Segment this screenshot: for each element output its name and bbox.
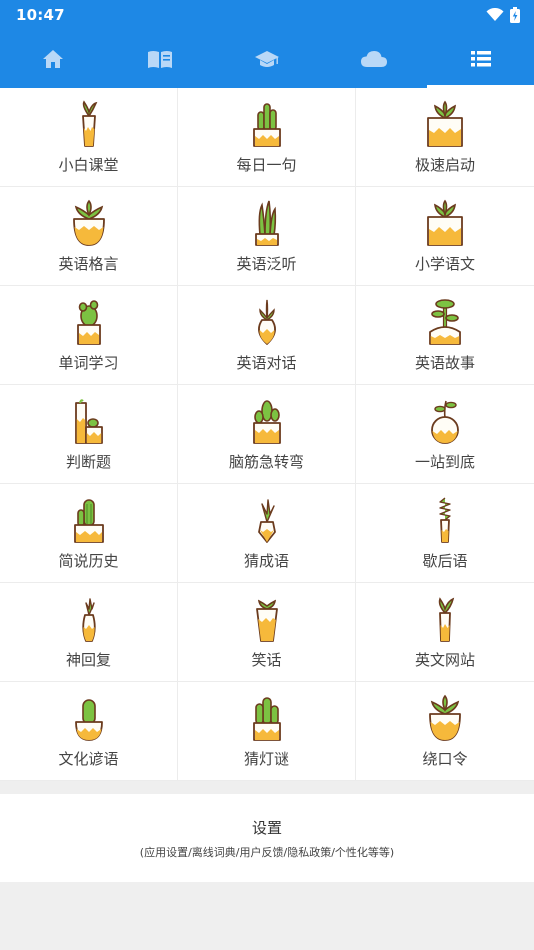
book-icon bbox=[148, 51, 173, 68]
potted-plant-icon bbox=[72, 199, 105, 246]
grid-item-label: 笑话 bbox=[251, 651, 282, 669]
grid-item-brief-history[interactable]: 简说历史 bbox=[0, 484, 178, 583]
grid-item-cultural-proverbs[interactable]: 文化谚语 bbox=[0, 682, 178, 781]
grid-item-label: 一站到底 bbox=[414, 453, 475, 471]
settings-title: 设置 bbox=[251, 818, 282, 837]
tab-book[interactable] bbox=[107, 30, 214, 88]
status-icons bbox=[486, 7, 520, 23]
potted-plant-icon bbox=[255, 599, 278, 642]
graduation-cap-icon bbox=[254, 51, 279, 67]
potted-plant-icon bbox=[257, 299, 276, 345]
potted-plant-icon bbox=[76, 300, 101, 345]
potted-plant-icon bbox=[257, 499, 276, 543]
grid-item-label: 神回复 bbox=[65, 651, 111, 669]
grid-item-daily-sentence[interactable]: 每日一句 bbox=[178, 88, 356, 187]
settings-entry[interactable]: 设置 (应用设置/离线词典/用户反馈/隐私政策/个性化等等) bbox=[0, 794, 534, 882]
grid-item-jokes[interactable]: 笑话 bbox=[178, 583, 356, 682]
grid-item-primary-chinese[interactable]: 小学语文 bbox=[356, 187, 534, 286]
grid-item-label: 脑筋急转弯 bbox=[228, 453, 304, 471]
grid-item-label: 英语泛听 bbox=[236, 255, 297, 273]
potted-plant-icon bbox=[252, 697, 281, 741]
grid-item-divine-replies[interactable]: 神回复 bbox=[0, 583, 178, 682]
grid-item-quick-start[interactable]: 极速启动 bbox=[356, 88, 534, 187]
grid-item-label: 小白课堂 bbox=[58, 156, 119, 174]
grid-item-english-quotes[interactable]: 英语格言 bbox=[0, 187, 178, 286]
potted-plant-icon bbox=[254, 200, 279, 246]
grid-item-brain-teasers[interactable]: 脑筋急转弯 bbox=[178, 385, 356, 484]
grid-item-label: 英语故事 bbox=[414, 354, 475, 372]
grid-item-label: 每日一句 bbox=[236, 156, 297, 174]
list-icon bbox=[470, 51, 491, 67]
grid-item-last-man-standing[interactable]: 一站到底 bbox=[356, 385, 534, 484]
potted-plant-icon bbox=[427, 199, 463, 246]
potted-plant-icon bbox=[74, 699, 103, 741]
potted-plant-icon bbox=[74, 399, 103, 444]
tab-list[interactable] bbox=[427, 30, 534, 88]
home-icon bbox=[43, 50, 64, 68]
status-time: 10:47 bbox=[16, 6, 65, 24]
grid-item-true-false[interactable]: 判断题 bbox=[0, 385, 178, 484]
grid-item-label: 猜灯谜 bbox=[243, 750, 289, 768]
grid-item-english-dialogue[interactable]: 英语对话 bbox=[178, 286, 356, 385]
grid-item-label: 歇后语 bbox=[422, 552, 468, 570]
grid-item-label: 文化谚语 bbox=[58, 750, 119, 768]
grid-item-label: 猜成语 bbox=[243, 552, 289, 570]
battery-charging-icon bbox=[510, 7, 520, 23]
potted-plant-icon bbox=[252, 400, 281, 444]
grid-item-label: 判断题 bbox=[65, 453, 111, 471]
potted-plant-icon bbox=[81, 598, 96, 642]
grid-item-english-listening[interactable]: 英语泛听 bbox=[178, 187, 356, 286]
grid-item-lantern-riddles[interactable]: 猜灯谜 bbox=[178, 682, 356, 781]
grid-item-guess-idiom[interactable]: 猜成语 bbox=[178, 484, 356, 583]
status-bar: 10:47 bbox=[0, 0, 534, 30]
tab-home[interactable] bbox=[0, 30, 107, 88]
grid-item-xiehouyu[interactable]: 歇后语 bbox=[356, 484, 534, 583]
grid-item-label: 小学语文 bbox=[414, 255, 475, 273]
grid-item-label: 英文网站 bbox=[414, 651, 475, 669]
settings-subtitle: (应用设置/离线词典/用户反馈/隐私政策/个性化等等) bbox=[139, 845, 395, 859]
feature-grid: 小白课堂 每日一句 极速启动 英语格言 英语泛听 小学语文 单词学习 英语对话 … bbox=[0, 88, 534, 781]
potted-plant-icon bbox=[438, 597, 455, 642]
grid-item-english-websites[interactable]: 英文网站 bbox=[356, 583, 534, 682]
potted-plant-icon bbox=[427, 100, 463, 147]
potted-plant-icon bbox=[252, 103, 281, 147]
potted-plant-icon bbox=[73, 499, 104, 543]
wifi-icon bbox=[486, 8, 504, 21]
grid-item-label: 极速启动 bbox=[414, 156, 475, 174]
grid-item-label: 英语对话 bbox=[236, 354, 297, 372]
potted-plant-icon bbox=[429, 694, 461, 741]
grid-item-label: 绕口令 bbox=[422, 750, 468, 768]
grid-item-label: 单词学习 bbox=[58, 354, 119, 372]
grid-item-english-stories[interactable]: 英语故事 bbox=[356, 286, 534, 385]
tab-cloud[interactable] bbox=[320, 30, 427, 88]
cloud-icon bbox=[360, 51, 387, 67]
grid-item-label: 简说历史 bbox=[58, 552, 119, 570]
potted-plant-icon bbox=[81, 100, 97, 147]
tab-education[interactable] bbox=[214, 30, 321, 88]
potted-plant-icon bbox=[429, 299, 461, 345]
grid-item-word-study[interactable]: 单词学习 bbox=[0, 286, 178, 385]
potted-plant-icon bbox=[431, 400, 459, 444]
tab-bar bbox=[0, 30, 534, 88]
grid-item-label: 英语格言 bbox=[58, 255, 119, 273]
grid-item-tongue-twisters[interactable]: 绕口令 bbox=[356, 682, 534, 781]
section-gap bbox=[0, 781, 534, 794]
potted-plant-icon bbox=[439, 497, 451, 543]
grid-item-xiaobai-classroom[interactable]: 小白课堂 bbox=[0, 88, 178, 187]
